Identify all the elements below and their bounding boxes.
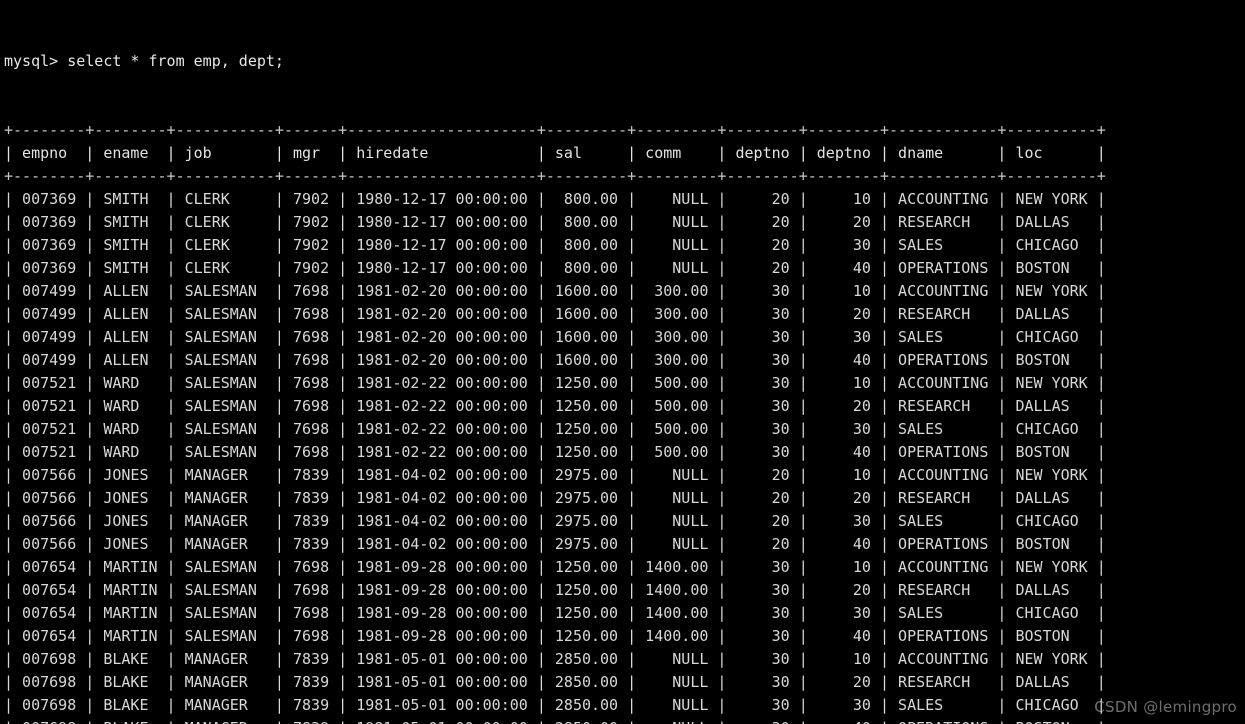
table-rule-header: +--------+--------+-----------+------+--… [4, 167, 1106, 185]
table-header-row: | empno | ename | job | mgr | hiredate |… [4, 144, 1106, 162]
table-row: | 007499 | ALLEN | SALESMAN | 7698 | 198… [4, 305, 1106, 323]
table-row: | 007499 | ALLEN | SALESMAN | 7698 | 198… [4, 282, 1106, 300]
table-row: | 007654 | MARTIN | SALESMAN | 7698 | 19… [4, 627, 1106, 645]
table-row: | 007654 | MARTIN | SALESMAN | 7698 | 19… [4, 558, 1106, 576]
table-row: | 007698 | BLAKE | MANAGER | 7839 | 1981… [4, 717, 1245, 724]
table-row: | 007499 | ALLEN | SALESMAN | 7698 | 198… [4, 351, 1106, 369]
table-row: | 007499 | ALLEN | SALESMAN | 7698 | 198… [4, 328, 1106, 346]
table-row: | 007369 | SMITH | CLERK | 7902 | 1980-1… [4, 236, 1106, 254]
table-row: | 007521 | WARD | SALESMAN | 7698 | 1981… [4, 443, 1106, 461]
table-row: | 007566 | JONES | MANAGER | 7839 | 1981… [4, 466, 1106, 484]
table-row: | 007698 | BLAKE | MANAGER | 7839 | 1981… [4, 650, 1106, 668]
query-result-table: +--------+--------+-----------+------+--… [4, 119, 1245, 724]
table-row: | 007566 | JONES | MANAGER | 7839 | 1981… [4, 512, 1106, 530]
table-row: | 007521 | WARD | SALESMAN | 7698 | 1981… [4, 397, 1106, 415]
table-row: | 007521 | WARD | SALESMAN | 7698 | 1981… [4, 374, 1106, 392]
table-row: | 007521 | WARD | SALESMAN | 7698 | 1981… [4, 420, 1106, 438]
table-row: | 007698 | BLAKE | MANAGER | 7839 | 1981… [4, 673, 1106, 691]
table-row: | 007654 | MARTIN | SALESMAN | 7698 | 19… [4, 581, 1106, 599]
table-row: | 007369 | SMITH | CLERK | 7902 | 1980-1… [4, 259, 1106, 277]
table-row: | 007566 | JONES | MANAGER | 7839 | 1981… [4, 489, 1106, 507]
table-row: | 007369 | SMITH | CLERK | 7902 | 1980-1… [4, 213, 1106, 231]
table-row: | 007698 | BLAKE | MANAGER | 7839 | 1981… [4, 696, 1106, 714]
mysql-prompt-line: mysql> select * from emp, dept; [4, 52, 284, 70]
table-row: | 007654 | MARTIN | SALESMAN | 7698 | 19… [4, 604, 1106, 622]
table-rule-top: +--------+--------+-----------+------+--… [4, 121, 1106, 139]
table-row: | 007566 | JONES | MANAGER | 7839 | 1981… [4, 535, 1106, 553]
table-row: | 007369 | SMITH | CLERK | 7902 | 1980-1… [4, 190, 1106, 208]
terminal-window[interactable]: mysql> select * from emp, dept; +-------… [0, 0, 1245, 724]
